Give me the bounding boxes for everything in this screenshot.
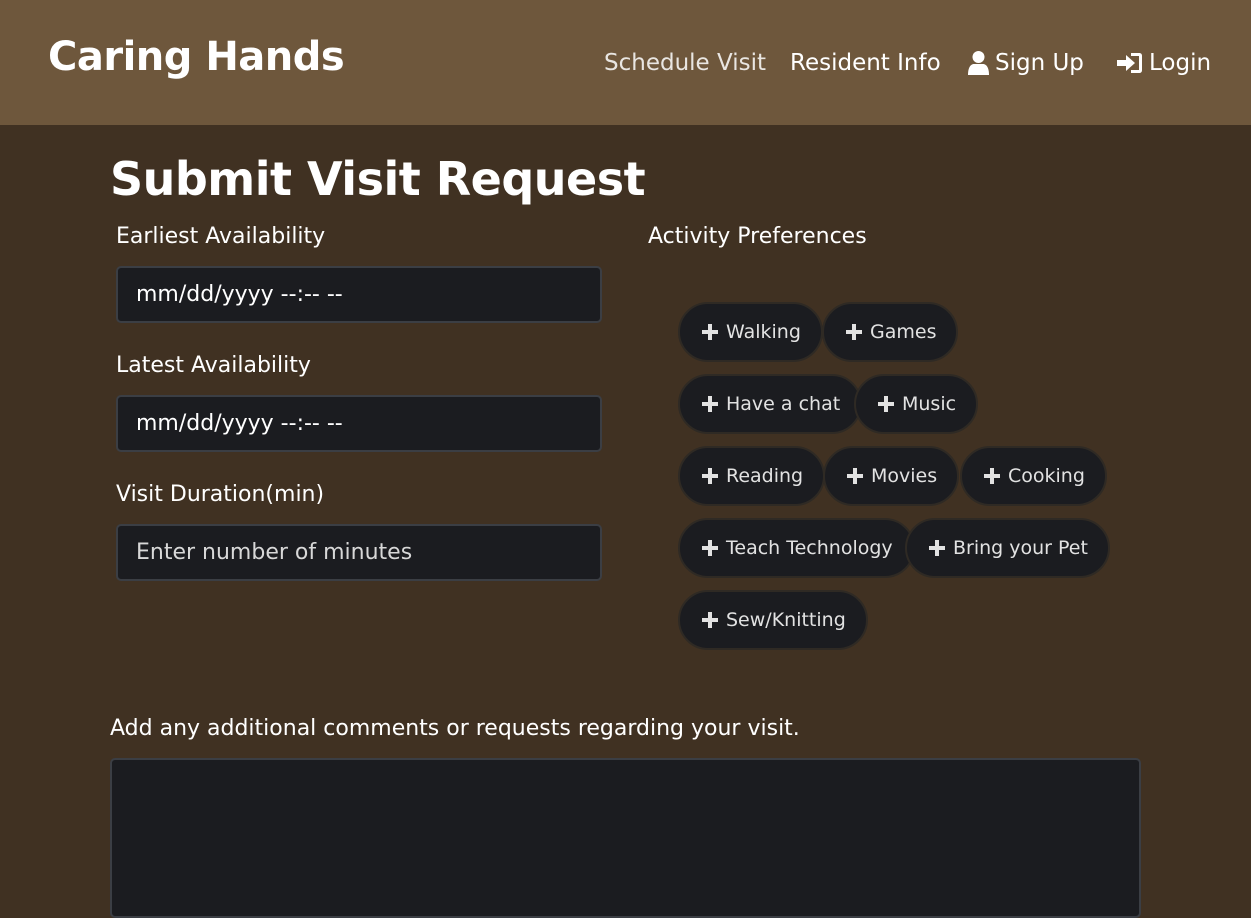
plus-icon — [847, 468, 863, 484]
plus-icon — [702, 324, 718, 340]
activity-label: Games — [870, 321, 937, 343]
user-icon — [968, 51, 989, 75]
latest-availability-input[interactable]: mm/dd/yyyy --:-- -- — [116, 395, 602, 452]
sign-in-icon — [1117, 53, 1142, 73]
nav-schedule-visit-label: Schedule Visit — [604, 50, 767, 76]
activity-label: Music — [902, 393, 957, 415]
nav-resident-info-label: Resident Info — [790, 50, 941, 76]
latest-availability-value: mm/dd/yyyy --:-- -- — [136, 411, 343, 436]
activity-cooking-button[interactable]: Cooking — [960, 446, 1107, 506]
nav-login-label: Login — [1149, 50, 1212, 76]
nav-login[interactable]: Login — [1117, 50, 1211, 76]
activity-label: Have a chat — [726, 393, 841, 415]
earliest-availability-label: Earliest Availability — [116, 224, 326, 249]
earliest-availability-value: mm/dd/yyyy --:-- -- — [136, 282, 343, 307]
activity-label: Movies — [871, 465, 938, 487]
activity-music-button[interactable]: Music — [854, 374, 979, 434]
nav-resident-info[interactable]: Resident Info — [790, 50, 941, 76]
plus-icon — [702, 540, 718, 556]
earliest-availability-input[interactable]: mm/dd/yyyy --:-- -- — [116, 266, 602, 323]
activity-bring-your-pet-button[interactable]: Bring your Pet — [905, 518, 1110, 578]
page-title: Submit Visit Request — [110, 152, 646, 206]
nav-sign-up[interactable]: Sign Up — [968, 50, 1084, 76]
plus-icon — [702, 396, 718, 412]
activity-movies-button[interactable]: Movies — [823, 446, 960, 506]
activity-have-a-chat-button[interactable]: Have a chat — [678, 374, 863, 434]
activity-label: Bring your Pet — [953, 537, 1088, 559]
activity-games-button[interactable]: Games — [822, 302, 959, 362]
activity-label: Walking — [726, 321, 801, 343]
plus-icon — [984, 468, 1000, 484]
plus-icon — [702, 612, 718, 628]
nav-sign-up-label: Sign Up — [995, 50, 1084, 76]
activity-label: Sew/Knitting — [726, 609, 846, 631]
comments-textarea[interactable] — [110, 758, 1141, 918]
plus-icon — [929, 540, 945, 556]
plus-icon — [702, 468, 718, 484]
activity-label: Cooking — [1008, 465, 1085, 487]
latest-availability-label: Latest Availability — [116, 353, 311, 378]
activity-walking-button[interactable]: Walking — [678, 302, 823, 362]
activity-teach-technology-button[interactable]: Teach Technology — [678, 518, 915, 578]
activity-sew-knitting-button[interactable]: Sew/Knitting — [678, 590, 868, 650]
plus-icon — [846, 324, 862, 340]
activity-preferences-label: Activity Preferences — [648, 224, 867, 249]
activity-label: Reading — [726, 465, 804, 487]
visit-duration-label: Visit Duration(min) — [116, 482, 325, 507]
activity-reading-button[interactable]: Reading — [678, 446, 826, 506]
activity-label: Teach Technology — [726, 537, 893, 559]
comments-label: Add any additional comments or requests … — [110, 716, 800, 741]
navbar: Caring Hands Schedule Visit Resident Inf… — [0, 0, 1251, 125]
brand-logo-link[interactable]: Caring Hands — [48, 34, 345, 80]
visit-duration-input[interactable] — [116, 524, 602, 581]
nav-schedule-visit[interactable]: Schedule Visit — [604, 50, 766, 76]
plus-icon — [878, 396, 894, 412]
